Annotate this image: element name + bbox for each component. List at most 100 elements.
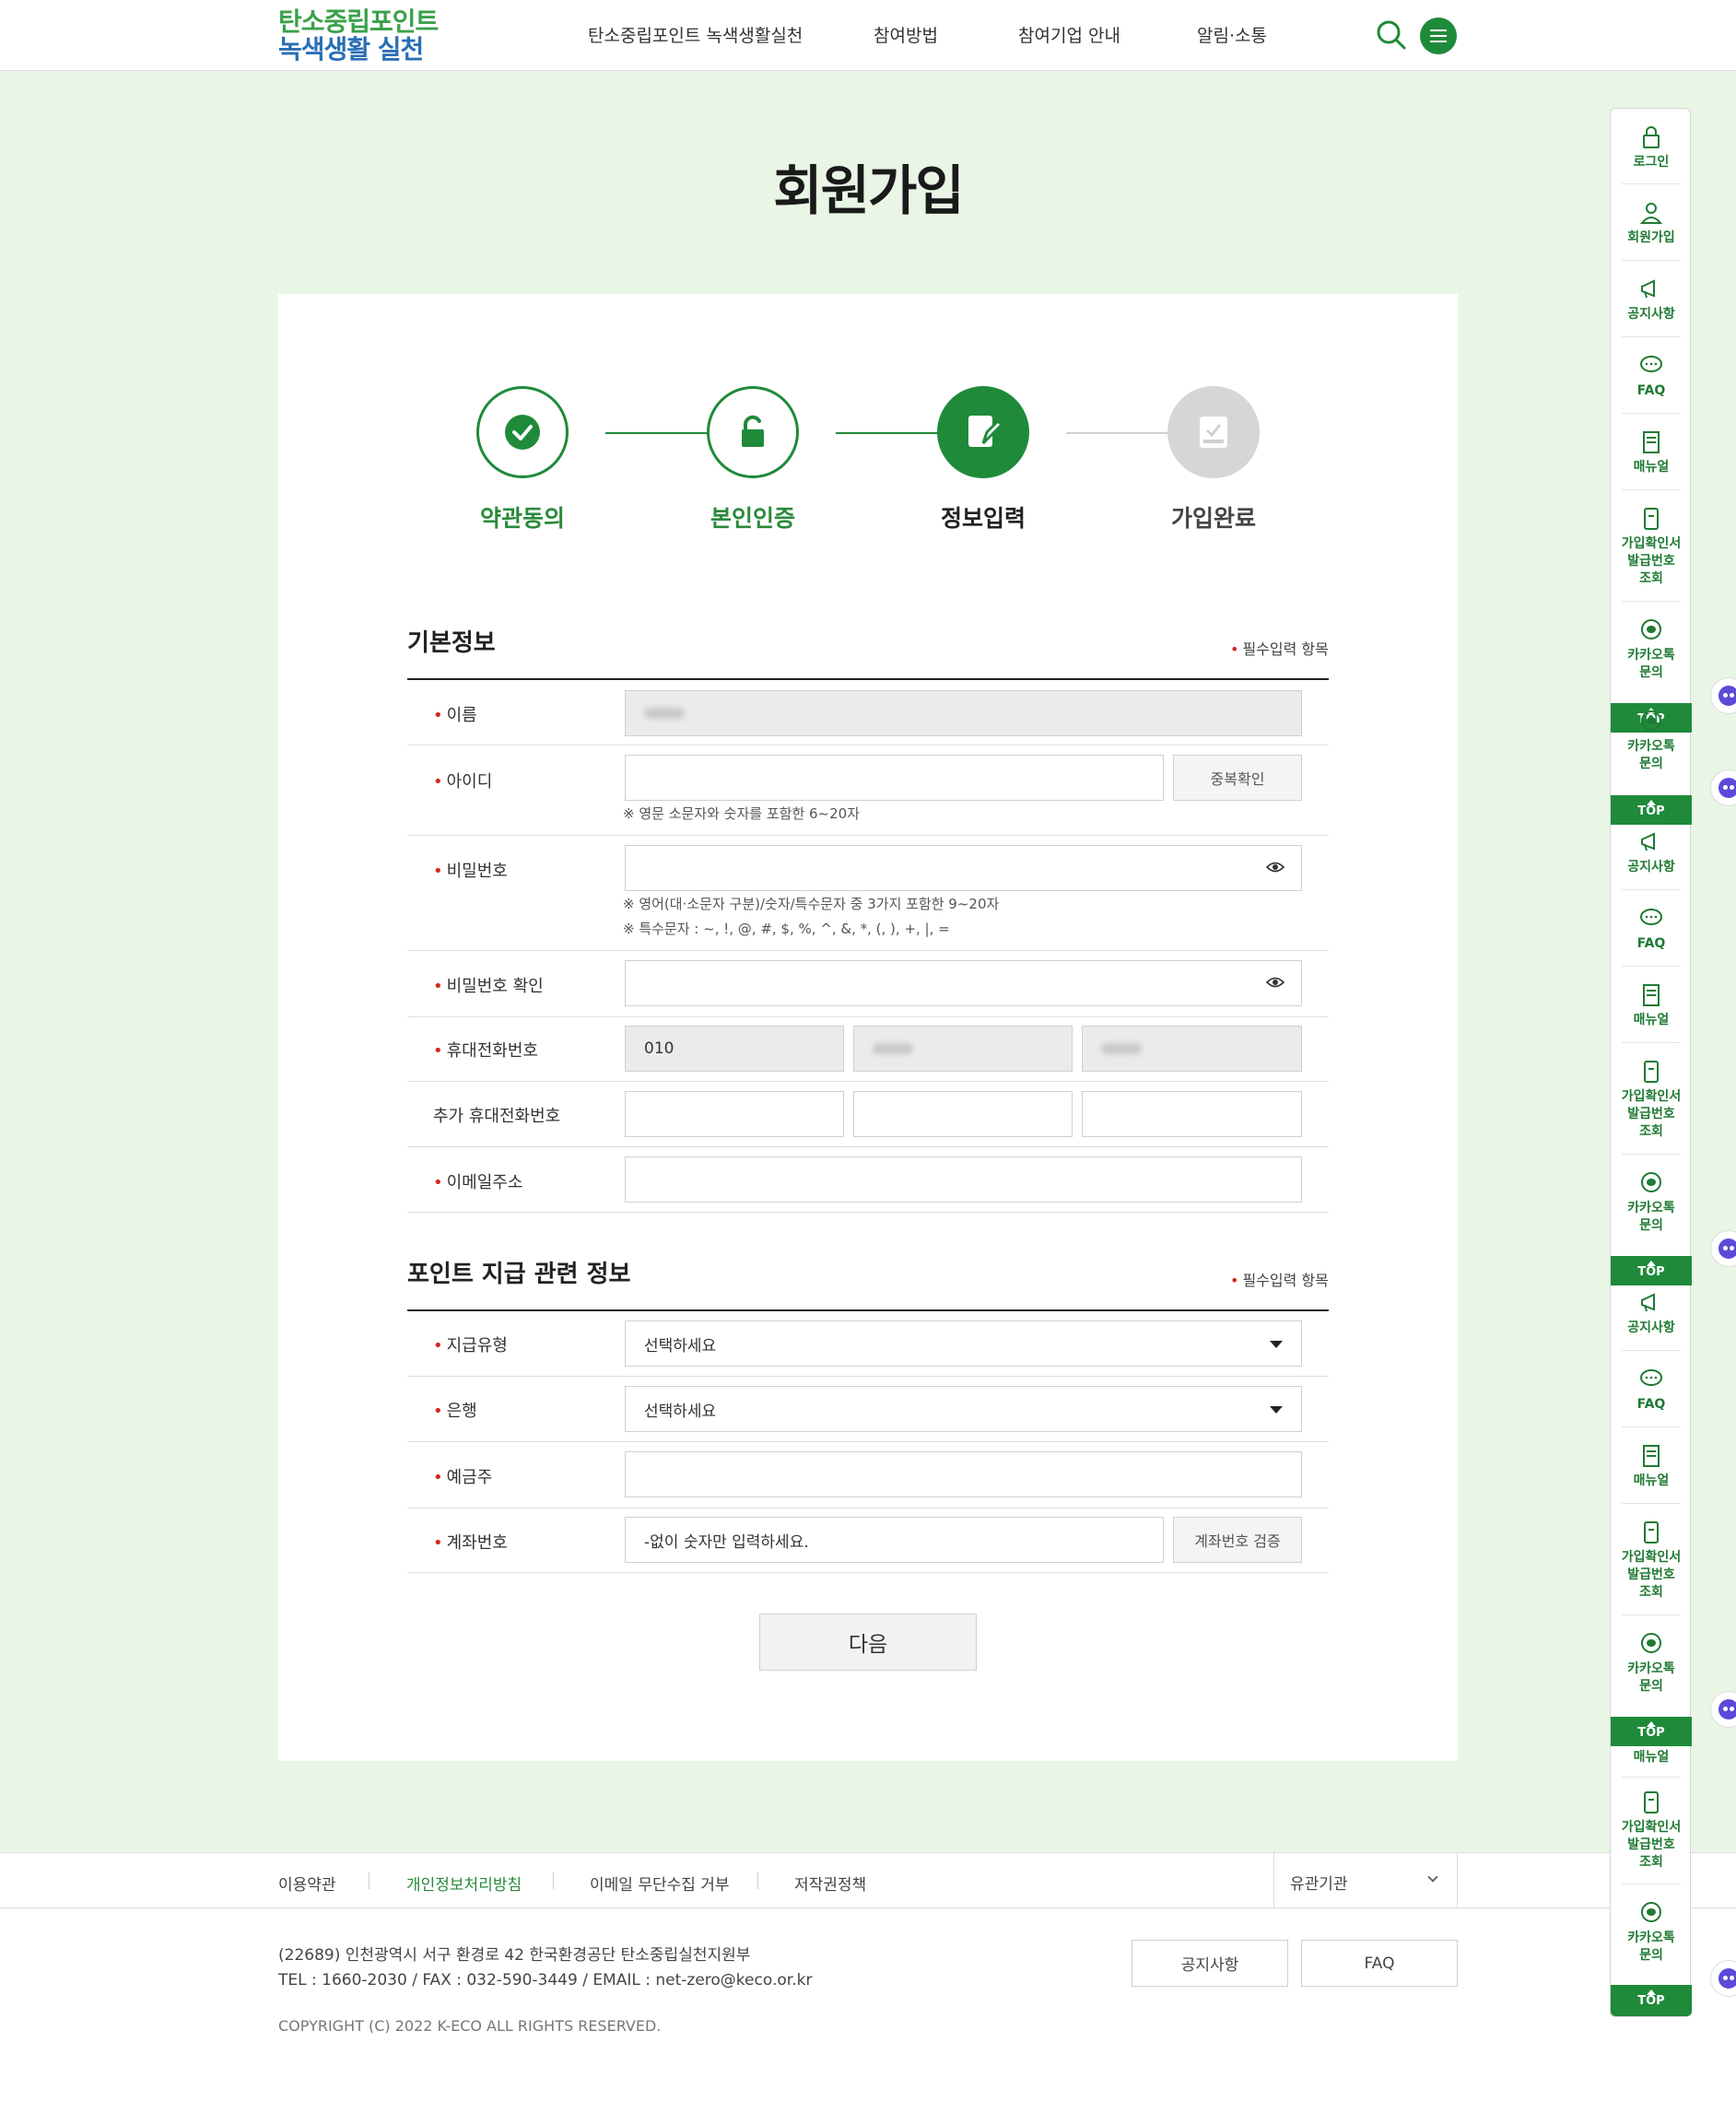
phone-label: • 휴대전화번호 [433,1041,538,1061]
phone-middle-field [853,1026,1073,1072]
password-label: • 비밀번호 [433,862,508,881]
account-holder-input[interactable] [625,1451,1302,1497]
quick-certificate[interactable]: 가입확인서 발급번호 조회 [1611,505,1692,588]
chatbot-icon[interactable] [1710,769,1736,806]
row-divider [407,1081,1329,1082]
section-divider [407,678,1329,680]
nav-item-how-to[interactable]: 참여방법 [874,22,938,47]
quick-manual[interactable]: 매뉴얼 [1611,1442,1692,1490]
quick-certificate[interactable]: 가입확인서 발급번호 조회 [1611,1789,1692,1872]
account-number-input[interactable]: -없이 숫자만 입력하세요. [625,1517,1164,1563]
quick-kakao[interactable]: 카카오톡 문의 [1611,1630,1692,1696]
eye-icon[interactable] [1265,860,1285,878]
scroll-top-button[interactable]: TOP [1611,795,1692,825]
quick-certificate[interactable]: 가입확인서 발급번호 조회 [1611,1058,1692,1141]
quick-separator [1622,889,1681,890]
password-input[interactable] [625,845,1302,891]
quick-certificate[interactable]: 가입확인서 발급번호 조회 [1611,1519,1692,1602]
row-divider [407,1441,1329,1442]
quick-menu: 로그인 회원가입 공지사항 FAQ 매뉴얼 가입확인서 발급번호 조회 카카오톡 문의… [1610,108,1692,2017]
footer-address: (22689) 인천광역시 서구 환경로 42 한국환경공단 탄소중립실천지원부 [278,1946,751,1965]
unlock-icon [707,386,799,478]
extra-phone-input-3[interactable] [1082,1091,1302,1137]
hamburger-menu-icon[interactable] [1420,18,1457,54]
search-icon[interactable] [1376,19,1407,51]
required-note: • 필수입력 항목 [1230,640,1329,658]
related-sites-select[interactable]: 유관기관 [1273,1853,1458,1907]
footer-link-terms[interactable]: 이용약관 [278,1872,336,1895]
email-input[interactable] [625,1156,1302,1203]
name-label: • 이름 [433,706,477,725]
point-info-title: 포인트 지급 관련 정보 [407,1261,631,1288]
scroll-top-button[interactable]: TOP [1611,1985,1692,2016]
quick-manual[interactable]: 매뉴얼 [1611,428,1692,476]
row-divider [407,1212,1329,1213]
quick-separator [1622,1426,1681,1427]
step-complete: 가입완료 [1121,386,1306,534]
kakao-talk-icon [1641,1902,1661,1922]
phone-prefix-field: 010 [625,1026,844,1072]
bank-select[interactable]: 선택하세요 [625,1386,1302,1432]
account-verify-button[interactable]: 계좌번호 검증 [1173,1517,1302,1563]
email-label: • 이메일주소 [433,1173,523,1192]
nav-item-companies[interactable]: 참여기업 안내 [1018,22,1120,47]
quick-notice[interactable]: 공지사항 [1611,828,1692,876]
next-button[interactable]: 다음 [759,1614,977,1671]
id-input[interactable] [625,755,1164,801]
footer-notice-button[interactable]: 공지사항 [1132,1940,1288,1987]
megaphone-icon [1641,1293,1655,1312]
quick-separator [1622,183,1681,184]
chatbot-icon[interactable] [1710,1691,1736,1728]
quick-notice[interactable]: 공지사항 [1611,1289,1692,1337]
chatbot-icon[interactable] [1710,677,1736,714]
quick-manual[interactable]: 매뉴얼 [1611,981,1692,1029]
bank-label: • 은행 [433,1402,477,1421]
quick-kakao[interactable]: 카카오톡 문의 [1611,1169,1692,1235]
check-icon [476,386,569,478]
footer-copyright: COPYRIGHT (C) 2022 K-ECO ALL RIGHTS RESE… [278,2017,662,2035]
quick-separator [1622,1154,1681,1155]
quick-separator [1622,1777,1681,1778]
account-number-label: • 계좌번호 [433,1533,508,1553]
lock-icon [1643,126,1660,148]
document-icon [1643,984,1660,1006]
quick-faq[interactable]: FAQ [1611,1366,1692,1414]
quick-manual[interactable]: 매뉴얼 [1611,1749,1692,1766]
extra-phone-input-2[interactable] [853,1091,1073,1137]
footer-nav: 이용약관 개인정보처리방침 이메일 무단수집 거부 저작권정책 유관기관 [0,1852,1736,1908]
footer-link-copyright[interactable]: 저작권정책 [794,1872,866,1895]
required-note: • 필수입력 항목 [1230,1272,1329,1289]
quick-kakao[interactable]: 카카오톡 문의 [1611,616,1692,682]
extra-phone-input-1[interactable] [625,1091,844,1137]
quick-login[interactable]: 로그인 [1611,123,1692,171]
quick-join[interactable]: 회원가입 [1611,199,1692,247]
quick-notice[interactable]: 공지사항 [1611,276,1692,323]
pay-type-select[interactable]: 선택하세요 [625,1320,1302,1367]
footer-link-email-refusal[interactable]: 이메일 무단수집 거부 [590,1872,730,1895]
scroll-top-button[interactable]: TOP [1611,1256,1692,1285]
quick-faq[interactable]: FAQ [1611,905,1692,953]
quick-kakao[interactable]: 카카오톡 문의 [1611,708,1692,773]
password-confirm-input[interactable] [625,960,1302,1006]
id-duplicate-check-button[interactable]: 중복확인 [1173,755,1302,801]
eye-icon[interactable] [1265,975,1285,993]
footer-contact: TEL : 1660-2030 / FAX : 032-590-3449 / E… [278,1971,813,1989]
scroll-top-button[interactable]: TOP [1611,1717,1692,1746]
quick-separator [1622,489,1681,490]
site-logo[interactable]: 탄소중립포인트 녹색생활 실천 [278,6,439,64]
chatbot-icon[interactable] [1710,1230,1736,1267]
phone-last-field [1082,1026,1302,1072]
nav-item-green-life[interactable]: 탄소중립포인트 녹색생활실천 [588,22,803,47]
quick-kakao[interactable]: 카카오톡 문의 [1611,1899,1692,1965]
quick-separator [1622,260,1681,261]
footer-link-privacy[interactable]: 개인정보처리방침 [406,1872,522,1895]
quick-faq[interactable]: FAQ [1611,352,1692,400]
certificate-icon [1644,508,1659,530]
footer-faq-button[interactable]: FAQ [1301,1940,1458,1987]
caret-down-icon [1270,1406,1283,1414]
logo-line1: 탄소중립포인트 [278,6,439,37]
quick-separator [1622,1042,1681,1043]
quick-separator [1622,1350,1681,1351]
nav-item-news[interactable]: 알림·소통 [1197,22,1267,47]
site-header: 탄소중립포인트 녹색생활 실천 탄소중립포인트 녹색생활실천 참여방법 참여기업… [0,0,1736,71]
